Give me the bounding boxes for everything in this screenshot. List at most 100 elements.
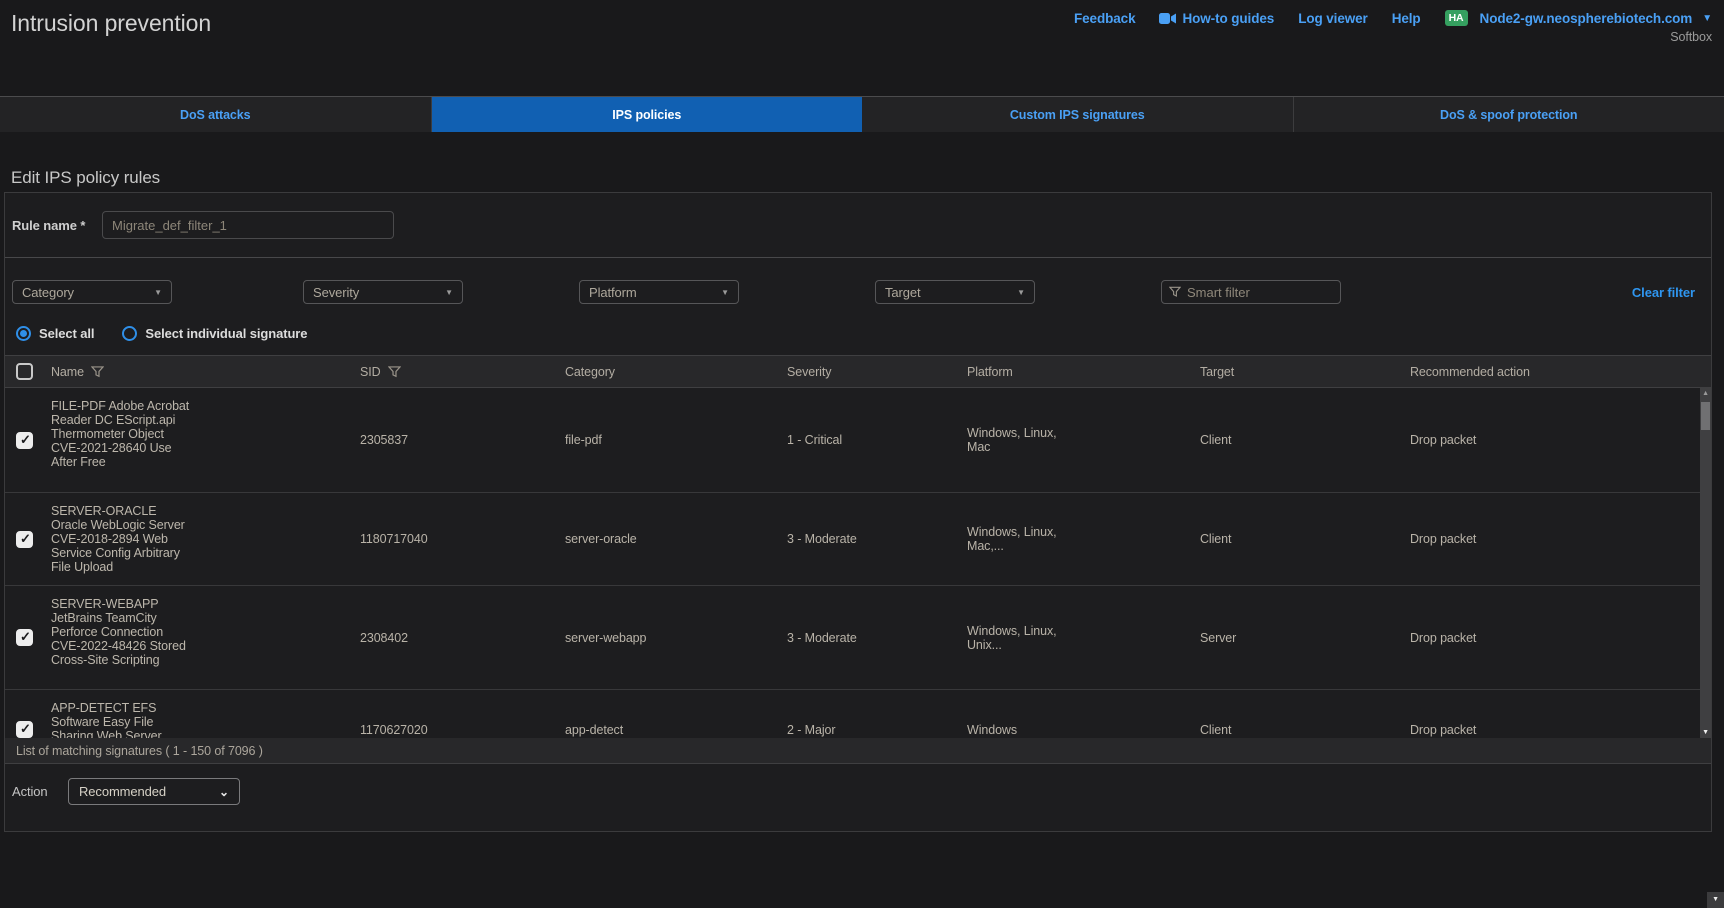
table-scrollbar[interactable]: ▲ ▼ [1700, 388, 1711, 738]
column-header-platform: Platform [967, 365, 1200, 379]
scrollbar-thumb[interactable] [1701, 402, 1710, 430]
row-checkbox[interactable] [16, 721, 33, 738]
clear-filter-link[interactable]: Clear filter [1632, 285, 1695, 300]
row-checkbox[interactable] [16, 531, 33, 548]
category-dropdown[interactable]: Category ▼ [12, 280, 172, 304]
cell-name: SERVER-WEBAPP JetBrains TeamCity Perforc… [51, 586, 360, 667]
cell-category: file-pdf [565, 433, 787, 447]
table-header: Name SID Category Severity Platform Targ… [5, 355, 1711, 388]
cell-category: app-detect [565, 723, 787, 737]
cell-platform: Windows [967, 723, 1200, 737]
edit-ips-policy-panel: Rule name * Category ▼ Severity ▼ Platfo… [4, 192, 1712, 832]
filter-row: Category ▼ Severity ▼ Platform ▼ Target … [5, 258, 1711, 304]
howto-guides-label: How-to guides [1182, 11, 1274, 26]
cell-action: Drop packet [1410, 532, 1711, 546]
smart-filter-box [1161, 280, 1341, 304]
severity-dropdown-label: Severity [313, 285, 359, 300]
cell-platform: Windows, Linux, Mac,... [967, 525, 1200, 553]
cell-category: server-webapp [565, 631, 787, 645]
smart-filter-input[interactable] [1187, 285, 1333, 300]
cell-severity: 2 - Major [787, 723, 967, 737]
ha-badge: HA [1445, 10, 1468, 26]
table-row[interactable]: APP-DETECT EFS Software Easy File Sharin… [5, 690, 1711, 738]
feedback-link[interactable]: Feedback [1074, 11, 1135, 26]
funnel-icon [1169, 286, 1181, 298]
cell-severity: 1 - Critical [787, 433, 967, 447]
cell-platform: Windows, Linux, Mac [967, 426, 1200, 454]
top-bar: Intrusion prevention Feedback How-to gui… [0, 0, 1724, 56]
signatures-table: Name SID Category Severity Platform Targ… [5, 355, 1711, 764]
cell-name: FILE-PDF Adobe Acrobat Reader DC EScript… [51, 388, 360, 469]
page-scroll-down-icon[interactable]: ▼ [1707, 892, 1724, 908]
column-header-name: Name [51, 365, 360, 379]
column-header-recommended-action: Recommended action [1410, 365, 1711, 379]
radio-unselected-icon [122, 326, 137, 341]
cell-action: Drop packet [1410, 433, 1711, 447]
section-title: Edit IPS policy rules [11, 168, 1724, 188]
column-header-sid: SID [360, 365, 565, 379]
filter-funnel-icon[interactable] [91, 366, 104, 378]
cell-name: SERVER-ORACLE Oracle WebLogic Server CVE… [51, 493, 360, 574]
select-individual-label: Select individual signature [145, 326, 307, 341]
platform-dropdown-label: Platform [589, 285, 637, 300]
cell-action: Drop packet [1410, 631, 1711, 645]
tab-dos-spoof-protection[interactable]: DoS & spoof protection [1294, 97, 1724, 132]
hostname-menu[interactable]: HA Node2-gw.neospherebiotech.com ▼ [1445, 10, 1712, 26]
target-dropdown-label: Target [885, 285, 921, 300]
row-checkbox[interactable] [16, 629, 33, 646]
scroll-down-icon[interactable]: ▼ [1700, 729, 1711, 736]
action-row: Action Recommended ⌄ [5, 764, 1711, 831]
action-label: Action [12, 784, 68, 799]
select-all-radio[interactable]: Select all [16, 326, 94, 341]
row-checkbox[interactable] [16, 432, 33, 449]
tab-dos-attacks[interactable]: DoS attacks [0, 97, 432, 132]
column-header-target: Target [1200, 365, 1410, 379]
table-row[interactable]: SERVER-WEBAPP JetBrains TeamCity Perforc… [5, 586, 1711, 690]
cell-sid: 2308402 [360, 631, 565, 645]
tab-custom-ips-signatures[interactable]: Custom IPS signatures [862, 97, 1294, 132]
feedback-label: Feedback [1074, 11, 1135, 26]
top-links: Feedback How-to guides Log viewer Help H… [1074, 10, 1712, 26]
severity-dropdown[interactable]: Severity ▼ [303, 280, 463, 304]
video-camera-icon [1159, 13, 1176, 24]
table-row[interactable]: SERVER-ORACLE Oracle WebLogic Server CVE… [5, 493, 1711, 586]
help-link[interactable]: Help [1392, 11, 1421, 26]
chevron-down-icon: ▼ [445, 288, 453, 297]
cell-target: Client [1200, 532, 1410, 546]
rule-name-row: Rule name * [5, 193, 1711, 257]
cell-name: APP-DETECT EFS Software Easy File Sharin… [51, 690, 360, 738]
select-all-label: Select all [39, 326, 94, 341]
cell-sid: 2305837 [360, 433, 565, 447]
action-select[interactable]: Recommended ⌄ [68, 778, 240, 805]
chevron-down-icon: ▼ [154, 288, 162, 297]
platform-dropdown[interactable]: Platform ▼ [579, 280, 739, 304]
environment-label: Softbox [1074, 30, 1712, 44]
cell-severity: 3 - Moderate [787, 631, 967, 645]
radio-selected-icon [16, 326, 31, 341]
page-title: Intrusion prevention [11, 10, 211, 56]
cell-sid: 1180717040 [360, 532, 565, 546]
log-viewer-link[interactable]: Log viewer [1298, 11, 1368, 26]
cell-sid: 1170627020 [360, 723, 565, 737]
header-checkbox-cell [5, 363, 51, 380]
tab-ips-policies[interactable]: IPS policies [432, 97, 863, 132]
cell-severity: 3 - Moderate [787, 532, 967, 546]
table-row[interactable]: FILE-PDF Adobe Acrobat Reader DC EScript… [5, 388, 1711, 493]
category-dropdown-label: Category [22, 285, 74, 300]
chevron-down-icon: ▼ [1017, 288, 1025, 297]
select-individual-radio[interactable]: Select individual signature [122, 326, 307, 341]
column-header-category: Category [565, 365, 787, 379]
table-body: FILE-PDF Adobe Acrobat Reader DC EScript… [5, 388, 1711, 738]
cell-target: Client [1200, 723, 1410, 737]
rule-name-input[interactable] [102, 211, 394, 239]
target-dropdown[interactable]: Target ▼ [875, 280, 1035, 304]
log-viewer-label: Log viewer [1298, 11, 1368, 26]
scroll-up-icon[interactable]: ▲ [1700, 390, 1711, 397]
howto-guides-link[interactable]: How-to guides [1159, 11, 1274, 26]
help-label: Help [1392, 11, 1421, 26]
filter-funnel-icon[interactable] [388, 366, 401, 378]
cell-platform: Windows, Linux, Unix... [967, 624, 1200, 652]
table-footer: List of matching signatures ( 1 - 150 of… [5, 738, 1711, 764]
action-select-value: Recommended [79, 784, 166, 799]
select-all-checkbox[interactable] [16, 363, 33, 380]
